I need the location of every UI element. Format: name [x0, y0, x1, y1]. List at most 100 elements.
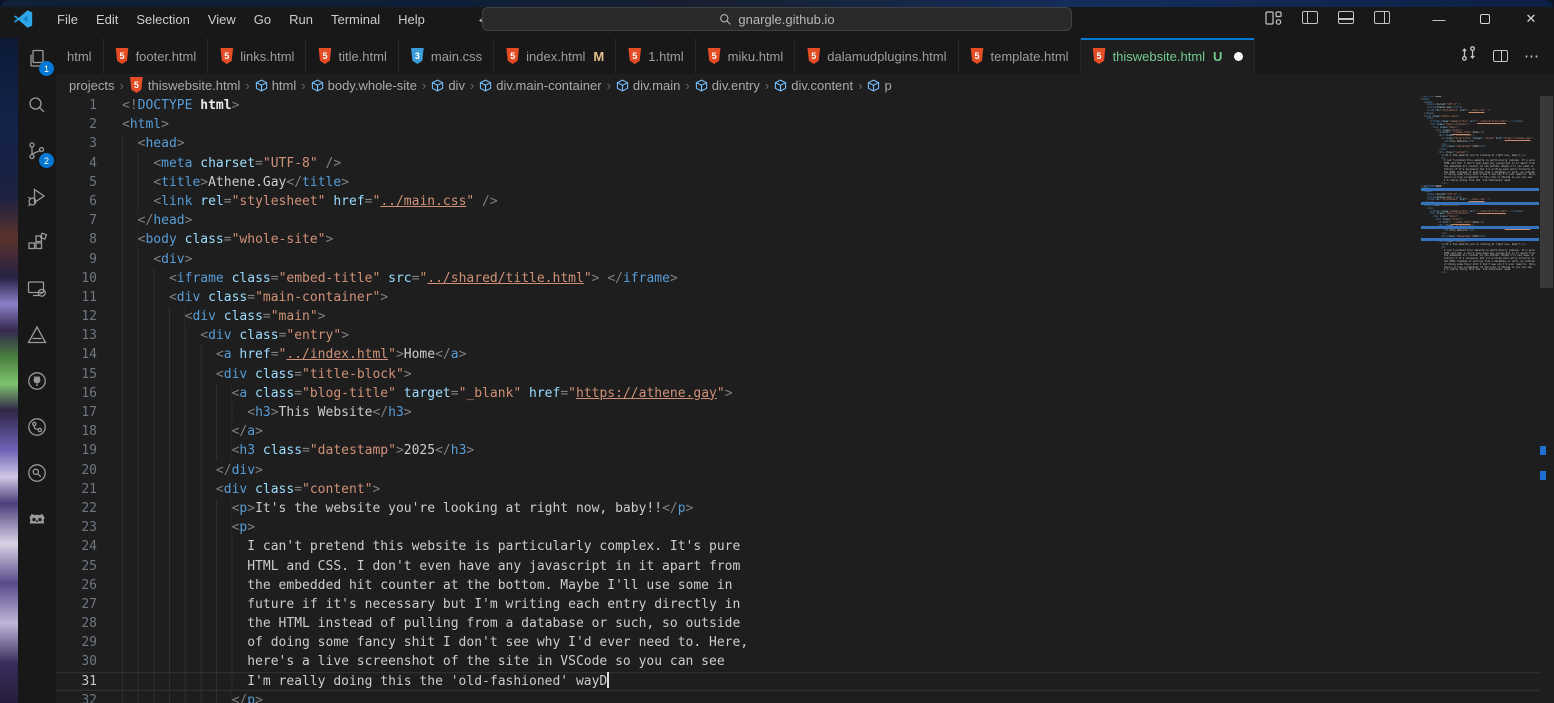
- minimize-button[interactable]: —: [1416, 0, 1462, 38]
- github-icon[interactable]: [24, 368, 50, 394]
- code-line[interactable]: 16 <a class="blog-title" target="_blank"…: [56, 384, 1539, 403]
- menu-file[interactable]: File: [48, 8, 87, 31]
- command-center-search[interactable]: gnargle.github.io: [482, 7, 1072, 31]
- code-line[interactable]: 31 I'm really doing this the 'old-fashio…: [56, 672, 1539, 691]
- code-area[interactable]: 1<!DOCTYPE html>2<html>3 <head>4 <meta c…: [56, 96, 1539, 703]
- code-line[interactable]: 10 <iframe class="embed-title" src="../s…: [56, 269, 1539, 288]
- code-line[interactable]: 21 <div class="content">: [56, 480, 1539, 499]
- breadcrumb-item-projects[interactable]: projects: [69, 78, 115, 93]
- code-line[interactable]: 17 <h3>This Website</h3>: [56, 403, 1539, 422]
- code-line[interactable]: 1<!DOCTYPE html>: [56, 96, 1539, 115]
- toggle-primary-sidebar-icon[interactable]: [1302, 11, 1318, 24]
- tab-template.html[interactable]: 5template.html: [959, 38, 1081, 74]
- open-changes-icon[interactable]: [1460, 45, 1477, 67]
- tab-dalamudplugins.html[interactable]: 5dalamudplugins.html: [795, 38, 958, 74]
- code-line[interactable]: 27 future if it's necessary but I'm writ…: [56, 595, 1539, 614]
- tab-miku.html[interactable]: 5miku.html: [696, 38, 796, 74]
- more-actions-icon[interactable]: ⋯: [1524, 47, 1540, 65]
- menu-selection[interactable]: Selection: [127, 8, 198, 31]
- customize-layout-icon[interactable]: [1265, 11, 1282, 28]
- code-line[interactable]: 28 the HTML instead of pulling from a da…: [56, 614, 1539, 633]
- code-line[interactable]: 32 </p>: [56, 691, 1539, 703]
- code-line[interactable]: 14 <a href="../index.html">Home</a>: [56, 345, 1539, 364]
- code-line[interactable]: 7 </head>: [56, 211, 1539, 230]
- code-line[interactable]: 23 <p>: [56, 518, 1539, 537]
- line-number: 28: [56, 614, 97, 633]
- code-line[interactable]: 6 <link rel="stylesheet" href="../main.c…: [56, 192, 1539, 211]
- code-line[interactable]: 8 <body class="whole-site">: [56, 230, 1539, 249]
- code-line[interactable]: 3 <head>: [56, 134, 1539, 153]
- editor-scrollbar[interactable]: [1539, 96, 1554, 703]
- toggle-secondary-sidebar-icon[interactable]: [1374, 11, 1390, 24]
- breadcrumb-item-thiswebsite.html[interactable]: 5thiswebsite.html: [129, 77, 240, 93]
- breadcrumb-item-p[interactable]: p: [867, 78, 891, 93]
- desktop-wallpaper-strip: [0, 38, 18, 703]
- code-line[interactable]: 9 <div>: [56, 250, 1539, 269]
- split-editor-icon[interactable]: [1493, 50, 1508, 62]
- line-number: 9: [56, 250, 97, 269]
- html-file-icon: 5: [1092, 48, 1107, 64]
- line-number: 20: [56, 461, 97, 480]
- vscode-logo-icon: [12, 8, 34, 30]
- code-line[interactable]: 26 the embedded hit counter at the botto…: [56, 576, 1539, 595]
- breadcrumb-item-div.content[interactable]: div.content: [774, 78, 853, 93]
- run-debug-icon[interactable]: [24, 184, 50, 210]
- symbol-element-icon: [311, 79, 324, 92]
- breadcrumb-item-div.entry[interactable]: div.entry: [695, 78, 760, 93]
- extensions-icon[interactable]: [24, 230, 50, 256]
- breadcrumb-item-div.main[interactable]: div.main: [616, 78, 680, 93]
- breadcrumb-item-div.main-container[interactable]: div.main-container: [479, 78, 601, 93]
- menu-run[interactable]: Run: [280, 8, 322, 31]
- code-line[interactable]: 25 HTML and CSS. I don't even have any j…: [56, 557, 1539, 576]
- html-file-icon: 5: [219, 48, 234, 64]
- menu-go[interactable]: Go: [245, 8, 280, 31]
- toggle-panel-icon[interactable]: [1338, 11, 1354, 24]
- code-line[interactable]: 18 </a>: [56, 422, 1539, 441]
- godot-icon[interactable]: [24, 506, 50, 532]
- html-file-icon: 5: [806, 48, 821, 64]
- unsaved-dot-icon[interactable]: [1234, 52, 1243, 61]
- breadcrumb-item-div[interactable]: div: [431, 78, 465, 93]
- menu-edit[interactable]: Edit: [87, 8, 127, 31]
- tab-1.html[interactable]: 51.html: [616, 38, 695, 74]
- remote-explorer-icon[interactable]: [24, 276, 50, 302]
- tab-index.html[interactable]: 5index.htmlM: [494, 38, 616, 74]
- menu-help[interactable]: Help: [389, 8, 434, 31]
- code-line[interactable]: 30 here's a live screenshot of the site …: [56, 652, 1539, 671]
- code-line[interactable]: 22 <p>It's the website you're looking at…: [56, 499, 1539, 518]
- commit-search-icon[interactable]: [24, 460, 50, 486]
- code-line[interactable]: 13 <div class="entry">: [56, 326, 1539, 345]
- search-icon[interactable]: [24, 92, 50, 118]
- breadcrumb-item-body.whole-site[interactable]: body.whole-site: [311, 78, 417, 93]
- explorer-icon[interactable]: 1: [24, 46, 50, 72]
- git-graph-icon[interactable]: [24, 414, 50, 440]
- code-line[interactable]: 20 </div>: [56, 461, 1539, 480]
- code-line[interactable]: 11 <div class="main-container">: [56, 288, 1539, 307]
- tab-title.html[interactable]: 5title.html: [306, 38, 398, 74]
- breadcrumb-item-html[interactable]: html: [255, 78, 297, 93]
- scrollbar-slider[interactable]: [1540, 96, 1553, 288]
- source-control-icon[interactable]: 2: [24, 138, 50, 164]
- code-line[interactable]: 4 <meta charset="UTF-8" />: [56, 154, 1539, 173]
- menu-view[interactable]: View: [199, 8, 245, 31]
- tab-html[interactable]: html: [56, 38, 104, 74]
- menu-terminal[interactable]: Terminal: [322, 8, 389, 31]
- code-line[interactable]: 24 I can't pretend this website is parti…: [56, 537, 1539, 556]
- code-line[interactable]: 19 <h3 class="datestamp">2025</h3>: [56, 441, 1539, 460]
- minimap[interactable]: <!DOCTYPE html><html> <head> <meta chars…: [1421, 96, 1539, 306]
- tab-links.html[interactable]: 5links.html: [208, 38, 306, 74]
- tab-main.css[interactable]: 3main.css: [399, 38, 494, 74]
- editor[interactable]: 1<!DOCTYPE html>2<html>3 <head>4 <meta c…: [56, 96, 1554, 703]
- code-line[interactable]: 29 of doing some fancy shit I don't see …: [56, 633, 1539, 652]
- maximize-button[interactable]: [1462, 0, 1508, 38]
- code-line[interactable]: 2<html>: [56, 115, 1539, 134]
- close-button[interactable]: ✕: [1508, 0, 1554, 38]
- tab-thiswebsite.html[interactable]: 5thiswebsite.htmlU: [1081, 38, 1256, 74]
- triangle-logo-icon[interactable]: [24, 322, 50, 348]
- code-line[interactable]: 12 <div class="main">: [56, 307, 1539, 326]
- tab-footer.html[interactable]: 5footer.html: [104, 38, 209, 74]
- line-number: 19: [56, 441, 97, 460]
- breadcrumb-separator-icon: ›: [120, 78, 124, 93]
- code-line[interactable]: 15 <div class="title-block">: [56, 365, 1539, 384]
- code-line[interactable]: 5 <title>Athene.Gay</title>: [56, 173, 1539, 192]
